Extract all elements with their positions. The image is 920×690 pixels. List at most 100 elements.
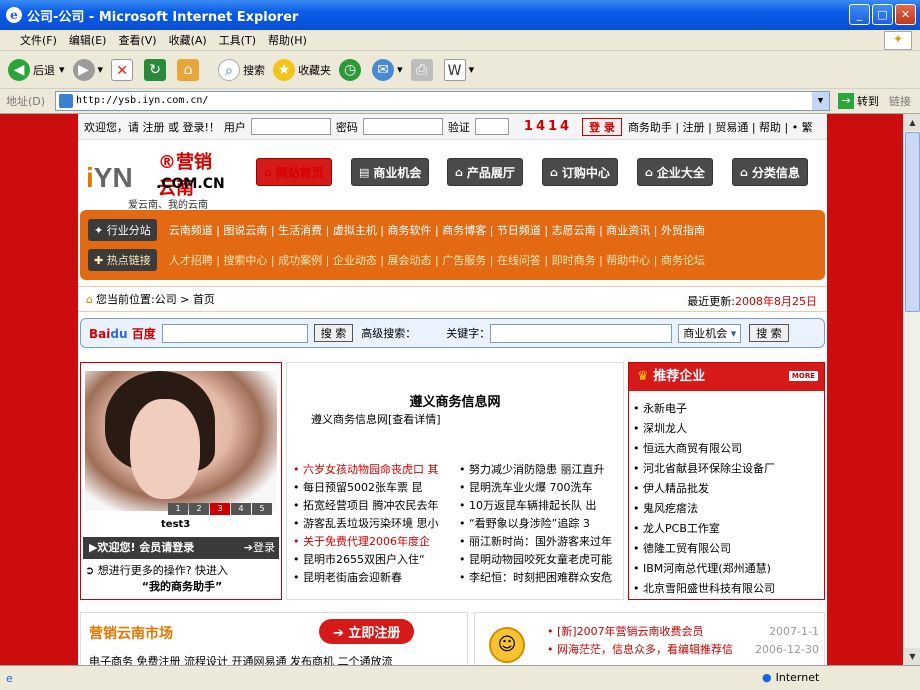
search-button[interactable]: 搜 索 [313, 324, 354, 342]
slide-page-2[interactable]: 2 [189, 503, 209, 515]
window-titlebar: e 公司-公司 - Microsoft Internet Explorer [0, 0, 920, 30]
home-icon: ⌂ [264, 165, 272, 179]
baidu-logo: Baidu 百度 [89, 326, 156, 341]
member-login-bar: ▶欢迎您! 会员请登录 ➔登录 [83, 537, 279, 559]
list-item[interactable]: • 努力减少消防隐患 丽江直升 [459, 461, 619, 479]
go-button[interactable]: → 转到 [838, 93, 879, 109]
register-button[interactable]: ➔ 立即注册 [319, 619, 415, 644]
close-button[interactable]: ✕ [895, 4, 916, 25]
verify-input[interactable] [474, 118, 509, 135]
list-item[interactable]: • 昆明市2655双困户入住“ [293, 551, 453, 569]
slideshow-image[interactable] [85, 371, 277, 511]
list-item[interactable]: • 每日预留5002张车票 昆 [293, 479, 453, 497]
search-input[interactable] [161, 323, 308, 343]
password-input[interactable] [362, 118, 443, 135]
links-button[interactable]: 链接 [889, 93, 911, 109]
page-icon [59, 94, 73, 108]
vertical-scrollbar[interactable]: ▲ ▼ [903, 114, 920, 665]
home-button[interactable]: ⌂ [177, 58, 202, 81]
list-item[interactable]: • [新]2007年营销云南收费会员 2007-1-1 [547, 623, 819, 641]
address-input[interactable]: http://ysb.iyn.com.cn/ ▼ [55, 91, 830, 111]
list-item[interactable]: • 10万返昆车辆排起长队 出 [459, 497, 619, 515]
site-logo[interactable]: ®营销云南 iYN .COM.CN 爱云南、我的云南 [86, 146, 226, 211]
back-button[interactable]: ◀ 后退 ▾ [8, 58, 65, 81]
user-label: 用户 [223, 120, 246, 134]
scroll-thumb[interactable] [905, 132, 920, 312]
edit-button[interactable]: W ▾ [443, 58, 474, 81]
history-button[interactable]: ◷ [339, 58, 364, 81]
scroll-down-icon[interactable]: ▼ [904, 648, 920, 665]
slide-page-1[interactable]: 1 [168, 503, 188, 515]
scroll-up-icon[interactable]: ▲ [904, 114, 920, 131]
username-input[interactable] [250, 118, 331, 135]
search-submit-button[interactable]: 搜 索 [749, 324, 789, 342]
menu-favorites[interactable]: 收藏(A) [169, 32, 207, 48]
list-item[interactable]: • 网海茫茫，信息众多，看编辑推荐信 2006-12-30 [547, 641, 819, 659]
list-item[interactable]: • 昆明老街庙会迎新春 [293, 569, 453, 587]
nav-companies[interactable]: ⌂ 企业大全 [637, 158, 713, 186]
assistant-promo[interactable]: ➲ 想进行更多的操作? 快进入 “我的商务助手” [85, 563, 279, 595]
address-bar: 地址(D) http://ysb.iyn.com.cn/ ▼ → 转到 链接 [0, 89, 920, 114]
stop-button[interactable]: ✕ [111, 58, 136, 81]
list-item[interactable]: • 六岁女孩动物园命丧虎口 其 [293, 461, 453, 479]
nav-classifieds[interactable]: ⌂ 分类信息 [732, 158, 808, 186]
menu-tools[interactable]: 工具(T) [219, 32, 256, 48]
nav-home[interactable]: ⌂ 网站首页 [256, 158, 332, 186]
market-tabs[interactable]: 电子商务 免费注册 流程设计 开通网易通 发布商机 二个通放流 [89, 653, 392, 665]
print-button[interactable]: ⎙ [410, 58, 436, 81]
list-item[interactable]: • 游客乱丢垃圾污染环境 思小 [293, 515, 453, 533]
news-subtitle[interactable]: 遵义商务信息网[查看详情] [311, 411, 441, 427]
more-button[interactable]: MORE [788, 371, 818, 381]
login-arrow-icon: ➔ [243, 541, 253, 554]
list-item[interactable]: • 深圳龙人 [633, 419, 824, 439]
menu-view[interactable]: 查看(V) [118, 32, 156, 48]
hotlinks-badge: ✚ 热点链接 [88, 249, 157, 271]
favorites-button[interactable]: ★ 收藏夹 [273, 58, 331, 81]
list-item[interactable]: • 龙人PCB工作室 [633, 519, 824, 539]
list-item[interactable]: • 恒远大商贸有限公司 [633, 439, 824, 459]
login-links[interactable]: 商务助手 | 注册 | 贸易通 | 帮助 | • 繁 [628, 119, 813, 135]
forward-button[interactable]: ▶ ▾ [72, 58, 103, 81]
refresh-button[interactable]: ↻ [144, 58, 169, 81]
category-select[interactable]: 商业机会 ▾ [678, 323, 742, 343]
minimize-button[interactable]: _ [849, 4, 870, 25]
slide-page-5[interactable]: 5 [252, 503, 272, 515]
list-item[interactable]: • 拓宽经营项目 腾冲农民去年 [293, 497, 453, 515]
address-dropdown-icon[interactable]: ▼ [812, 92, 829, 110]
list-item[interactable]: • 鬼风疙瘩法 [633, 499, 824, 519]
maximize-button[interactable]: □ [872, 4, 893, 25]
list-item[interactable]: • 河北省献县环保除尘设备厂 [633, 459, 824, 479]
slide-page-3[interactable]: 3 [210, 503, 230, 515]
slideshow-panel: 1 2 3 4 5 test3 ▶欢迎您! 会员请登录 ➔登录 ➲ 想进行更多的… [80, 362, 282, 600]
mail-button[interactable]: ✉ ▾ [372, 58, 403, 81]
list-item[interactable]: • 李纪恒：时刻把困难群众安危 [459, 569, 619, 587]
list-item[interactable]: • 关于免费代理2006年度企 [293, 533, 453, 551]
menu-help[interactable]: 帮助(H) [268, 32, 307, 48]
list-item[interactable]: • 北京雪阳盛世科技有限公司 [633, 579, 824, 599]
list-item[interactable]: • 永新电子 [633, 399, 824, 419]
menu-edit[interactable]: 编辑(E) [69, 32, 107, 48]
list-item[interactable]: • “看野象以身涉险”追踪 3 [459, 515, 619, 533]
search-button[interactable]: ⌕ 搜索 [218, 58, 265, 81]
channel-links[interactable]: 云南频道 | 图说云南 | 生活消费 | 虚拟主机 | 商务软件 | 商务博客 … [169, 222, 705, 238]
list-item[interactable]: • IBM河南总代理(郑州通慧) [633, 559, 824, 579]
nav-products[interactable]: ⌂ 产品展厅 [447, 158, 523, 186]
back-arrow-icon: ◀ [8, 58, 30, 81]
member-login-button[interactable]: ➔登录 [244, 537, 275, 559]
list-item[interactable]: • 丽江新时尚：国外游客来过年 [459, 533, 619, 551]
slide-page-4[interactable]: 4 [231, 503, 251, 515]
list-item[interactable]: • 德隆工贸有限公司 [633, 539, 824, 559]
list-item[interactable]: • 伊人精品批发 [633, 479, 824, 499]
hot-links[interactable]: 人才招聘 | 搜索中心 | 成功案例 | 企业动态 | 展会动态 | 广告服务 … [169, 252, 705, 268]
list-item[interactable]: • 昆明动物园咬死女童老虎可能 [459, 551, 619, 569]
keyword-input[interactable] [490, 323, 673, 343]
menu-file[interactable]: 文件(F) [20, 32, 57, 48]
globe-icon: ● [762, 671, 772, 684]
nav-orders[interactable]: ⌂ 订购中心 [542, 158, 618, 186]
login-button[interactable]: 登 录 [582, 117, 622, 136]
fox-icon: ✦ [94, 224, 107, 237]
stop-icon: ✕ [111, 58, 134, 81]
list-item[interactable]: • 昆明洗车业火爆 700洗车 [459, 479, 619, 497]
nav-business[interactable]: ▤ 商业机会 [351, 158, 430, 186]
window-title: 公司-公司 - Microsoft Internet Explorer [27, 9, 299, 25]
